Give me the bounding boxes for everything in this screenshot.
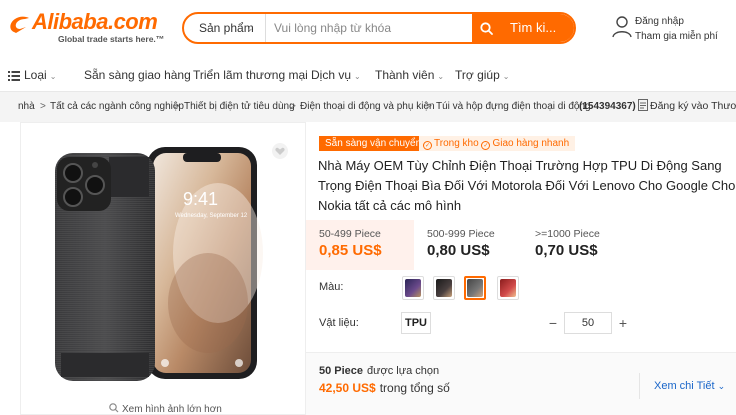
product-photo[interactable]: 9:41 Wednesday, September 12 bbox=[33, 133, 273, 391]
logo-text: Alibaba.com bbox=[32, 9, 158, 34]
tier-price: 0,70 US$ bbox=[535, 242, 598, 259]
tier-price: 0,80 US$ bbox=[427, 242, 490, 259]
chevron-down-icon: ⌄ bbox=[437, 72, 445, 81]
check-icon: ✓ bbox=[481, 141, 491, 150]
register-label: Đăng ký vào Thươ bbox=[650, 100, 736, 112]
nav-item-ready-to-ship[interactable]: Sẵn sàng giao hàng bbox=[84, 68, 191, 82]
favorite-icon[interactable] bbox=[271, 143, 289, 159]
color-label: Màu: bbox=[319, 281, 344, 293]
nav-label: Thành viên bbox=[375, 68, 435, 82]
view-details-label: Xem chi Tiết bbox=[654, 380, 715, 392]
price-tier[interactable]: 50-499 Piece 0,85 US$ bbox=[306, 220, 414, 270]
product-detail-panel: Sẵn sàng vận chuyển ✓ Trong kho ✓ Giao hàn… bbox=[306, 122, 736, 415]
breadcrumb-separator: > bbox=[290, 101, 296, 112]
search-bar: Sản phẩm ⌄ Tìm ki... bbox=[182, 12, 576, 44]
quantity-input[interactable] bbox=[564, 312, 612, 334]
phone-case-back bbox=[55, 153, 155, 381]
phone-front: 9:41 Wednesday, September 12 bbox=[141, 147, 263, 379]
material-label: Vật liệu: bbox=[319, 317, 359, 329]
nav-label: Triển lãm thương mại bbox=[193, 68, 308, 82]
user-menu[interactable]: Đăng nhập Tham gia miễn phí bbox=[612, 14, 732, 46]
breadcrumb-item[interactable]: Túi và hộp đựng điện thoại di động bbox=[436, 101, 591, 112]
stock-delivery-badge: ✓ Trong kho ✓ Giao hàng nhanh bbox=[419, 136, 576, 151]
header: Alibaba.com Global trade starts here.™ S… bbox=[0, 0, 736, 58]
register-link[interactable]: Đăng ký vào Thươ bbox=[638, 99, 736, 112]
user-icon bbox=[612, 16, 632, 38]
color-swatch-purple[interactable] bbox=[402, 276, 424, 300]
search-category-select[interactable]: Sản phẩm ⌄ bbox=[184, 14, 266, 42]
main-nav: Loại ⌄ Sẵn sàng giao hàng Triển lãm thươn… bbox=[0, 58, 736, 92]
nav-item-help[interactable]: Trợ giúp ⌄ bbox=[455, 68, 509, 82]
tier-price: 0,85 US$ bbox=[319, 242, 382, 259]
total-price-value: 42,50 US$ bbox=[319, 381, 376, 395]
tier-quantity: >=1000 Piece bbox=[535, 228, 600, 240]
menu-icon bbox=[8, 71, 20, 81]
in-stock-label: Trong kho bbox=[434, 138, 479, 149]
search-button[interactable]: Tìm ki... bbox=[472, 14, 574, 42]
quantity-decrease-button[interactable]: − bbox=[543, 314, 563, 332]
selected-quantity-text: được lựa chọn bbox=[367, 365, 440, 377]
phone-date: Wednesday, September 12 bbox=[175, 213, 248, 219]
breadcrumb-item[interactable]: Thiết bị điện tử tiêu dùng bbox=[184, 101, 295, 112]
nav-label: Loại bbox=[24, 68, 47, 82]
chevron-down-icon: ⌄ bbox=[354, 72, 361, 81]
chevron-down-icon: ⌄ bbox=[717, 381, 726, 391]
nav-item-membership[interactable]: Thành viên ⌄ bbox=[375, 68, 444, 82]
color-swatch-black[interactable] bbox=[433, 276, 455, 300]
total-price: 42,50 US$ trong tổng số bbox=[319, 381, 450, 395]
breadcrumb-item[interactable]: Tất cả các ngành công nghiệp bbox=[50, 101, 184, 112]
chevron-down-icon: ⌄ bbox=[502, 72, 510, 81]
tier-quantity: 500-999 Piece bbox=[427, 228, 495, 240]
logo-tagline: Global trade starts here.™ bbox=[58, 34, 165, 44]
sign-in-link[interactable]: Đăng nhập bbox=[635, 16, 684, 27]
breadcrumb-separator: > bbox=[40, 101, 46, 112]
breadcrumb-separator: > bbox=[174, 101, 180, 112]
fast-delivery-label: Giao hàng nhanh bbox=[492, 138, 570, 149]
price-tier[interactable]: >=1000 Piece 0,70 US$ bbox=[522, 220, 652, 270]
product-id: (154394367) bbox=[579, 101, 636, 112]
quantity-increase-button[interactable]: + bbox=[613, 314, 633, 332]
material-option-tpu[interactable]: TPU bbox=[401, 312, 431, 334]
product-title: Nhà Máy OEM Tùy Chỉnh Điện Thoại Trường … bbox=[318, 158, 736, 213]
price-tiers: 50-499 Piece 0,85 US$ 500-999 Piece 0,80… bbox=[306, 220, 736, 270]
nav-item-services[interactable]: Dịch vụ ⌄ bbox=[311, 68, 361, 82]
alibaba-logo[interactable]: Alibaba.com Global trade starts here.™ bbox=[8, 9, 168, 44]
zoom-label: Xem hình ảnh lớn hơn bbox=[122, 404, 222, 415]
nav-item-categories[interactable]: Loại ⌄ bbox=[24, 68, 56, 82]
document-icon bbox=[638, 99, 648, 111]
breadcrumb: nhà > Tất cả các ngành công nghiệp > Thi… bbox=[0, 92, 736, 122]
search-icon bbox=[480, 22, 493, 35]
selected-quantity-value: 50 Piece bbox=[319, 365, 364, 377]
breadcrumb-item[interactable]: Điện thoại di động và phụ kiện bbox=[300, 101, 435, 112]
search-button-label: Tìm ki... bbox=[510, 20, 557, 35]
tier-quantity: 50-499 Piece bbox=[319, 228, 381, 240]
price-tier[interactable]: 500-999 Piece 0,80 US$ bbox=[414, 220, 522, 270]
product-image-panel: 9:41 Wednesday, September 12 Xem hình ản… bbox=[20, 122, 306, 415]
total-price-text: trong tổng số bbox=[379, 381, 450, 395]
check-icon: ✓ bbox=[423, 141, 432, 150]
zoom-icon bbox=[109, 403, 119, 413]
order-summary: 50 Piece được lựa chọn 42,50 US$ trong tổn… bbox=[306, 352, 736, 415]
nav-label: Dịch vụ bbox=[311, 68, 352, 82]
view-details-link[interactable]: Xem chi Tiết ⌄ bbox=[639, 373, 736, 399]
breadcrumb-item-home[interactable]: nhà bbox=[18, 101, 35, 112]
color-swatch-red[interactable] bbox=[497, 276, 519, 300]
phone-time: 9:41 bbox=[183, 189, 218, 209]
nav-item-trade-shows[interactable]: Triển lãm thương mại bbox=[193, 68, 308, 82]
search-input[interactable] bbox=[266, 14, 472, 42]
zoom-link[interactable]: Xem hình ảnh lớn hơn bbox=[109, 403, 222, 415]
nav-label: Trợ giúp bbox=[455, 68, 500, 82]
selected-quantity: 50 Piece được lựa chọn bbox=[319, 365, 439, 377]
alibaba-logo-icon bbox=[10, 16, 29, 33]
chevron-down-icon: ⌄ bbox=[246, 23, 254, 33]
join-free-link[interactable]: Tham gia miễn phí bbox=[635, 31, 718, 42]
breadcrumb-separator: > bbox=[426, 101, 432, 112]
nav-label: Sẵn sàng giao hàng bbox=[84, 68, 191, 82]
ready-to-ship-badge: Sẵn sàng vận chuyển bbox=[319, 136, 428, 151]
chevron-down-icon: ⌄ bbox=[49, 72, 57, 81]
color-swatch-gray[interactable] bbox=[464, 276, 486, 300]
